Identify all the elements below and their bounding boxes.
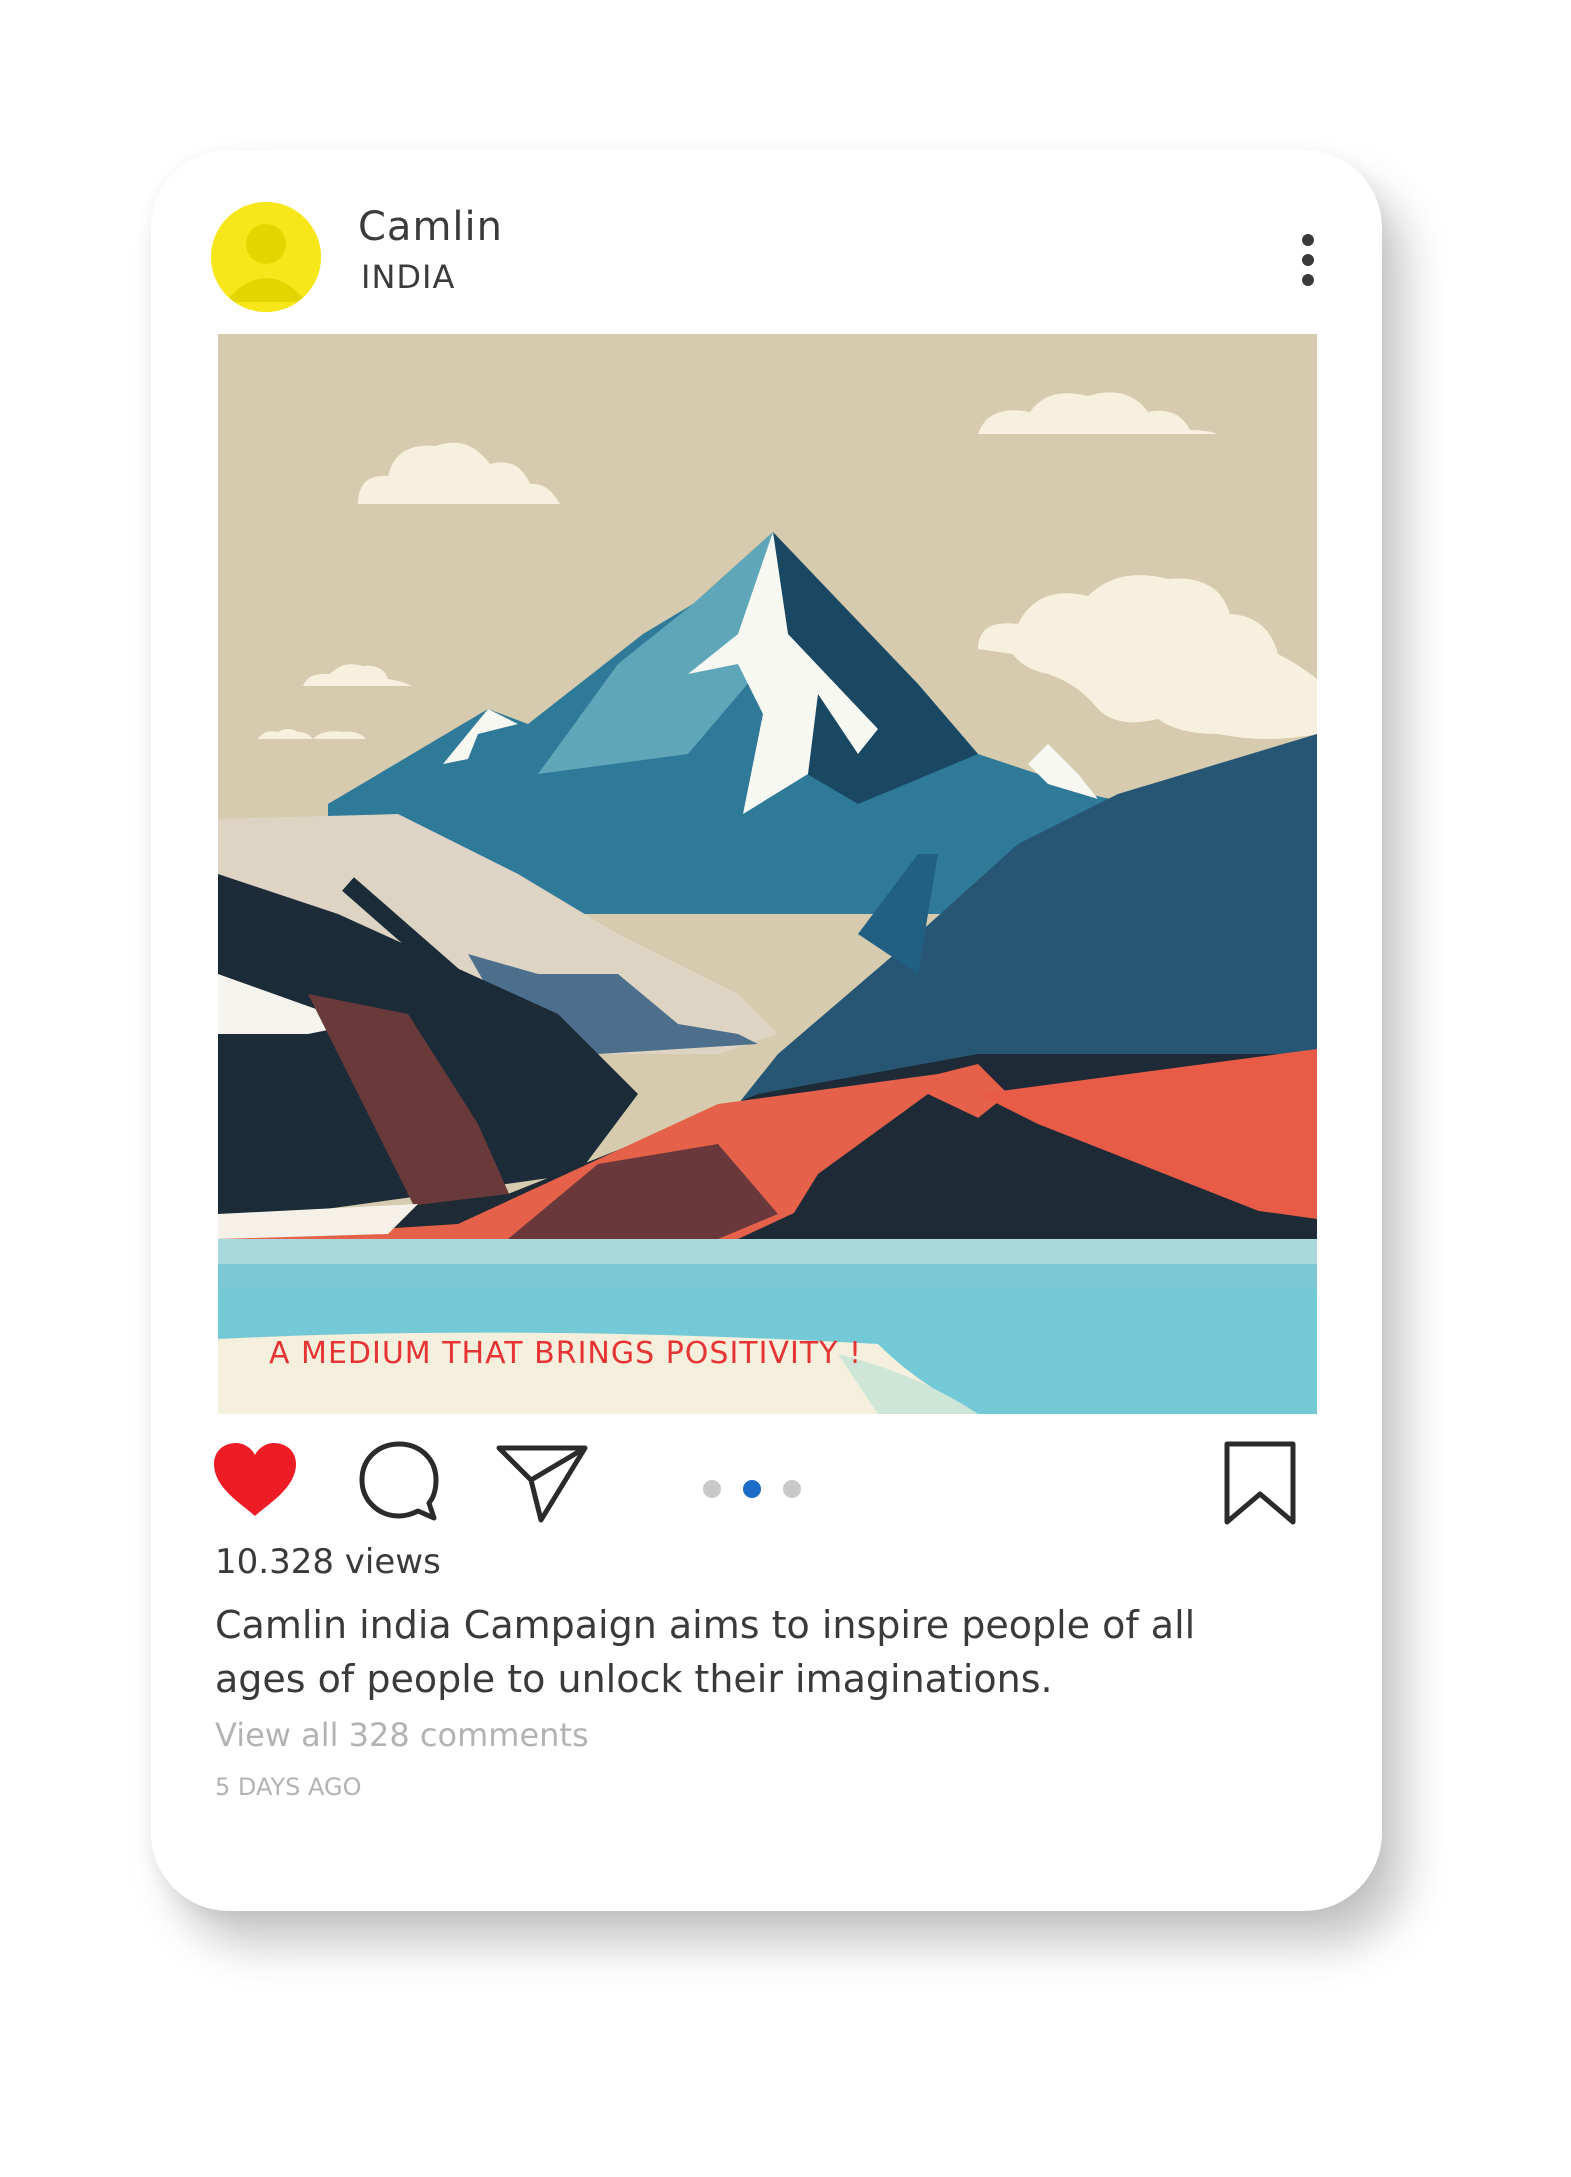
carousel-indicator xyxy=(703,1480,801,1498)
location-label: INDIA xyxy=(361,258,456,296)
username[interactable]: Camlin xyxy=(358,204,503,250)
carousel-dot-active[interactable] xyxy=(743,1480,761,1498)
carousel-dot[interactable] xyxy=(703,1480,721,1498)
like-button[interactable] xyxy=(212,1442,298,1518)
share-button[interactable] xyxy=(495,1440,591,1524)
carousel-dot[interactable] xyxy=(783,1480,801,1498)
paper-plane-icon xyxy=(496,1445,588,1523)
image-caption: A MEDIUM THAT BRINGS POSITIVITY ! xyxy=(269,1336,863,1371)
user-avatar-icon xyxy=(211,202,321,312)
post-card: Camlin INDIA A MEDIUM THAT BRINGS POSITI… xyxy=(151,150,1382,1911)
comment-button[interactable] xyxy=(357,1440,441,1522)
post-timestamp: 5 DAYS AGO xyxy=(215,1773,362,1801)
save-button[interactable] xyxy=(1221,1440,1299,1526)
post-image[interactable]: A MEDIUM THAT BRINGS POSITIVITY ! xyxy=(218,334,1317,1414)
bookmark-icon xyxy=(1224,1441,1296,1525)
more-vertical-icon[interactable] xyxy=(1293,230,1323,290)
avatar[interactable] xyxy=(211,202,321,312)
heart-icon xyxy=(214,1443,296,1516)
post-description: Camlin india Campaign aims to inspire pe… xyxy=(215,1603,1196,1701)
comment-bubble-icon xyxy=(359,1441,439,1521)
mountain-illustration xyxy=(218,334,1317,1414)
view-comments-link[interactable]: View all 328 comments xyxy=(215,1716,589,1754)
views-count: 10.328 views xyxy=(215,1542,441,1582)
